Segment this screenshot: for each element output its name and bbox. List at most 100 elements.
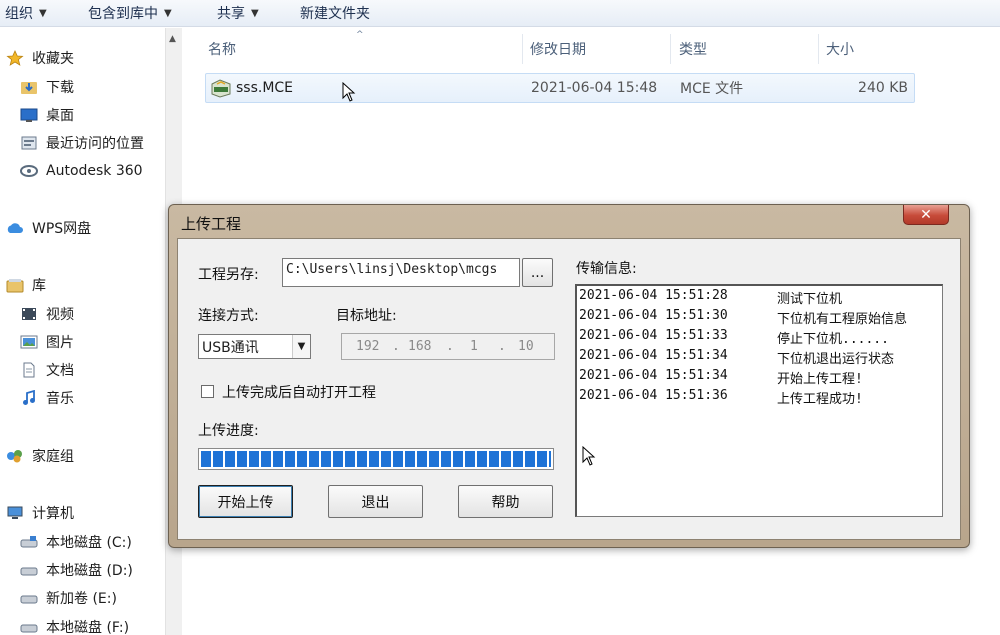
sidebar-item-disk-e[interactable]: 新加卷 (E:) <box>20 586 117 610</box>
hard-disk-icon <box>20 534 38 550</box>
autodesk-icon <box>20 163 38 179</box>
connection-select[interactable]: USB通讯 ▼ <box>198 334 311 359</box>
transfer-log[interactable]: 2021-06-04 15:51:28 测试下位机 2021-06-04 15:5… <box>575 284 943 517</box>
sidebar-item-label: 本地磁盘 (C:) <box>46 535 132 551</box>
hard-disk-icon <box>20 562 38 578</box>
sidebar-item-downloads[interactable]: 下载 <box>20 75 74 99</box>
sidebar-item-pictures[interactable]: 图片 <box>20 330 74 354</box>
upload-progress-bar <box>198 448 554 470</box>
log-message: 下位机退出运行状态 <box>777 352 895 367</box>
sidebar-item-disk-c[interactable]: 本地磁盘 (C:) <box>20 530 132 554</box>
log-time: 2021-06-04 15:51:36 <box>579 388 728 403</box>
table-row[interactable]: sss.MCE 2021-06-04 15:48 MCE 文件 240 KB <box>205 73 915 103</box>
sidebar-item-computer[interactable]: 计算机 <box>6 501 74 525</box>
sidebar-item-autodesk[interactable]: Autodesk 360 <box>20 159 143 183</box>
mce-file-icon <box>210 78 232 98</box>
save-as-label: 工程另存: <box>198 267 259 283</box>
explorer-toolbar: 组织 ▼ 包含到库中 ▼ 共享 ▼ 新建文件夹 <box>0 0 1000 27</box>
column-divider[interactable] <box>818 34 819 64</box>
progress-fill <box>201 451 551 467</box>
connection-value: USB通讯 <box>202 339 259 356</box>
sidebar-item-label: WPS网盘 <box>32 221 92 237</box>
ip-address-input[interactable]: 192 . 168 . 1 . 10 <box>341 333 555 360</box>
column-divider[interactable] <box>670 34 671 64</box>
sidebar-item-label: Autodesk 360 <box>46 163 143 179</box>
sidebar-item-music[interactable]: 音乐 <box>20 386 74 410</box>
save-path-input[interactable]: C:\Users\linsj\Desktop\mcgs <box>282 258 520 287</box>
sidebar-item-label: 桌面 <box>46 108 74 124</box>
chevron-down-icon: ▼ <box>39 7 47 19</box>
browse-button[interactable]: ... <box>522 258 553 287</box>
list-item: 2021-06-04 15:51:36 上传工程成功! <box>579 388 863 408</box>
scroll-up-icon[interactable]: ▲ <box>169 34 176 44</box>
sidebar-item-documents[interactable]: 文档 <box>20 358 74 382</box>
sidebar-item-disk-f[interactable]: 本地磁盘 (F:) <box>20 615 129 635</box>
log-message: 上传工程成功! <box>777 392 863 407</box>
sidebar-item-label: 下载 <box>46 80 74 96</box>
sidebar-item-disk-d[interactable]: 本地磁盘 (D:) <box>20 558 133 582</box>
start-upload-button[interactable]: 开始上传 <box>198 485 293 518</box>
library-icon <box>6 277 24 293</box>
help-button[interactable]: 帮助 <box>458 485 553 518</box>
sort-indicator-icon: ^ <box>356 30 364 40</box>
sidebar-item-wps[interactable]: WPS网盘 <box>6 216 91 240</box>
hard-disk-icon <box>20 590 38 606</box>
log-time: 2021-06-04 15:51:33 <box>579 328 728 343</box>
auto-open-checkbox[interactable] <box>201 385 214 398</box>
sidebar-item-desktop[interactable]: 桌面 <box>20 103 74 127</box>
column-header-size[interactable]: 大小 <box>826 32 854 66</box>
column-divider[interactable] <box>522 34 523 64</box>
close-button[interactable]: ✕ <box>903 205 949 225</box>
list-item: 2021-06-04 15:51:30 下位机有工程原始信息 <box>579 308 907 328</box>
log-message: 测试下位机 <box>777 292 843 307</box>
homegroup-icon <box>6 448 24 464</box>
hard-disk-icon <box>20 619 38 635</box>
recent-places-icon <box>20 135 38 151</box>
sidebar-item-label: 本地磁盘 (F:) <box>46 620 130 635</box>
log-time: 2021-06-04 15:51:34 <box>579 368 728 383</box>
file-date: 2021-06-04 15:48 <box>531 80 658 96</box>
ip-octet-3: 1 <box>470 339 478 354</box>
sidebar-item-label: 收藏夹 <box>32 51 74 67</box>
sidebar-item-videos[interactable]: 视频 <box>20 302 74 326</box>
mouse-cursor-icon <box>342 82 356 102</box>
ip-octet-4: 10 <box>518 339 534 354</box>
organize-button[interactable]: 组织 ▼ <box>5 0 47 27</box>
column-header-type[interactable]: 类型 <box>679 32 707 66</box>
upload-project-dialog: 上传工程 ✕ 工程另存: C:\Users\linsj\Desktop\mcgs… <box>168 204 970 548</box>
sidebar-item-homegroup[interactable]: 家庭组 <box>6 444 74 468</box>
music-icon <box>20 389 38 406</box>
column-header-name[interactable]: 名称 <box>208 32 236 66</box>
sidebar-item-libraries[interactable]: 库 <box>6 273 46 297</box>
chevron-down-icon[interactable]: ▼ <box>292 335 310 358</box>
log-message: 下位机有工程原始信息 <box>777 312 908 327</box>
ip-dot: . <box>392 339 400 354</box>
ip-octet-1: 192 <box>356 339 380 354</box>
list-item: 2021-06-04 15:51:34 下位机退出运行状态 <box>579 348 894 368</box>
auto-open-label: 上传完成后自动打开工程 <box>222 385 376 401</box>
list-item: 2021-06-04 15:51:28 测试下位机 <box>579 288 842 308</box>
sidebar-item-label: 音乐 <box>46 391 74 407</box>
star-icon <box>6 50 24 66</box>
column-header-label: 名称 <box>208 42 236 58</box>
picture-icon <box>20 334 38 350</box>
organize-label: 组织 <box>5 6 33 22</box>
document-icon <box>20 362 38 378</box>
download-folder-icon <box>20 79 38 95</box>
log-message: 停止下位机...... <box>777 332 889 347</box>
cloud-icon <box>6 220 24 236</box>
column-header-date[interactable]: 修改日期 <box>530 32 586 66</box>
share-button[interactable]: 共享 ▼ <box>217 0 259 27</box>
new-folder-label: 新建文件夹 <box>300 6 370 22</box>
sidebar-item-favorites[interactable]: 收藏夹 <box>6 46 74 70</box>
list-item: 2021-06-04 15:51:33 停止下位机...... <box>579 328 889 348</box>
column-header-label: 类型 <box>679 42 707 58</box>
sidebar-item-label: 计算机 <box>32 506 74 522</box>
log-message: 开始上传工程! <box>777 372 863 387</box>
dialog-title: 上传工程 <box>181 215 242 233</box>
column-header-label: 修改日期 <box>530 42 586 58</box>
exit-button[interactable]: 退出 <box>328 485 423 518</box>
include-library-button[interactable]: 包含到库中 ▼ <box>88 0 172 27</box>
new-folder-button[interactable]: 新建文件夹 <box>300 0 370 27</box>
sidebar-item-recent[interactable]: 最近访问的位置 <box>20 131 144 155</box>
